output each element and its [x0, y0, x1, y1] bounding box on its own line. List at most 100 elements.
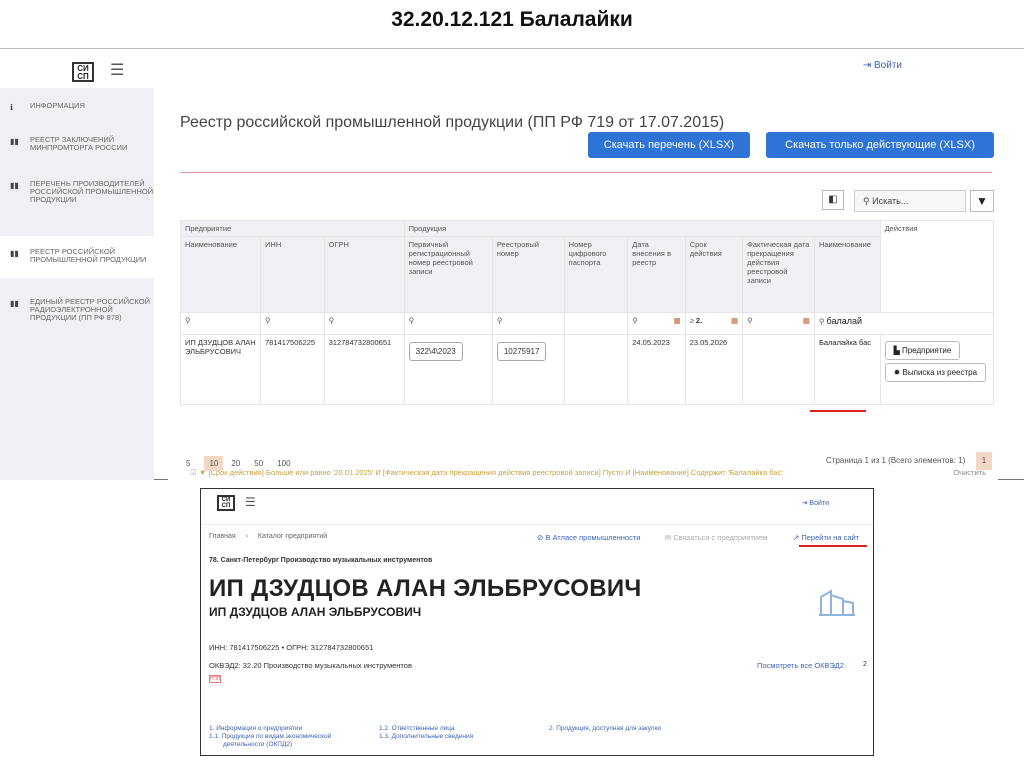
col-header-primary-no[interactable]: Первичный регистрационный номер реестров…	[403, 236, 493, 313]
page-size-50[interactable]: 50	[254, 459, 263, 468]
filter-name[interactable]: ⚲	[179, 312, 262, 335]
calendar-icon[interactable]: ▦	[803, 316, 810, 325]
menu-icon[interactable]: ☰	[245, 495, 256, 509]
okved-count: 2	[863, 661, 867, 668]
col-header-ogrn[interactable]: ОГРН	[323, 236, 405, 313]
col-header-term[interactable]: Срок действия	[684, 236, 744, 313]
extract-button[interactable]: ✹ Выписка из реестра	[884, 363, 987, 382]
filter-registry-no[interactable]: ⚲	[491, 312, 565, 335]
calendar-icon[interactable]: ▦	[731, 316, 738, 325]
site-logo[interactable]: СИ СП	[217, 495, 235, 511]
sidebar-item-conclusions[interactable]: ▮▮ Реестр заключений Минпромторга России	[0, 136, 154, 152]
nav-link[interactable]: деятельности (ОКПД2)	[209, 741, 331, 749]
page-size-20[interactable]: 20	[231, 459, 240, 468]
site-logo[interactable]: СИ СП	[72, 62, 94, 82]
search-icon: ⚲	[632, 316, 638, 325]
nav-link[interactable]: 1.1. Продукция по видам экономической	[209, 733, 331, 741]
breadcrumb-catalog[interactable]: Каталог предприятий	[258, 533, 327, 540]
filter-icon[interactable]: ▼	[970, 190, 994, 212]
highlight-underline	[799, 545, 867, 547]
enterprise-button[interactable]: ▙ Предприятие	[884, 341, 961, 360]
search-icon: ⚲	[863, 196, 873, 206]
col-header-registry-no[interactable]: Реестровый номер	[491, 236, 565, 313]
search-input[interactable]: ⚲ Искать...	[854, 190, 966, 212]
atlas-link[interactable]: ⊘ В Атласе промышленности	[537, 533, 640, 542]
footer-nav-2: 1.2. Ответственные лица 1.3. Дополнитель…	[379, 725, 473, 741]
page-button[interactable]: 1	[976, 452, 992, 470]
cell-inn: 781417506225	[260, 334, 325, 405]
cell-fact-end	[742, 334, 815, 405]
slide-title: 32.20.12.121 Балалайки	[391, 8, 633, 31]
columns-icon[interactable]: ◧	[822, 190, 844, 210]
search-icon: ⚲	[408, 316, 415, 325]
download-list-button[interactable]: Скачать перечень (XLSX)	[588, 132, 750, 158]
nav-link[interactable]: 2. Продукция, доступная для закупки	[549, 725, 661, 733]
footer-nav-3: 2. Продукция, доступная для закупки	[549, 725, 661, 733]
factory-icon: ▙	[893, 346, 902, 355]
registry-screenshot: СИ СП ☰ ⇥ Войти ℹ Информация ▮▮ Реестр зак…	[0, 52, 1024, 480]
cell-registry-no: 10275917	[491, 334, 565, 405]
footer-nav-1: 1. Информация о предприятии 1.1. Продукц…	[209, 725, 331, 749]
col-header-date-added[interactable]: Дата внесения в реестр	[627, 236, 686, 313]
sidebar-item-registry[interactable]: ▮▮ Реестр российской промышленной продукц…	[0, 236, 154, 278]
enterprise-screenshot: СИ СП ☰ ⇥ Войти Главная › Каталог предпр…	[200, 488, 874, 756]
all-okved-link[interactable]: Посмотреть все ОКВЭД2	[757, 661, 844, 670]
primary-no-field[interactable]: 322\4\2023	[408, 342, 463, 361]
cell-actions: ▙ Предприятие ✹ Выписка из реестра	[879, 334, 995, 405]
page-size-100[interactable]: 100	[277, 459, 290, 468]
book-icon: ▮▮	[10, 249, 19, 258]
book-icon: ▮▮	[10, 299, 19, 308]
sidebar: ℹ Информация ▮▮ Реестр заключений Минпромт…	[0, 88, 154, 480]
search-icon: ⚲	[185, 316, 191, 325]
filter-date-added[interactable]: ⚲ ▦	[627, 312, 686, 335]
website-link[interactable]: ↗ Перейти на сайт	[793, 533, 859, 542]
inn-ogrn-line: ИНН: 781417506225 • ОГРН: 31278473280065…	[209, 643, 374, 652]
title-divider	[0, 48, 1024, 49]
rpp-badge: РПП	[209, 675, 221, 683]
breadcrumb: Главная › Каталог предприятий	[209, 533, 327, 540]
group-header-product: Продукция	[403, 220, 881, 237]
filter-primary-no[interactable]: ⚲	[403, 312, 493, 335]
filter-inn[interactable]: ⚲	[260, 312, 325, 335]
login-link[interactable]: ⇥ Войти	[802, 499, 829, 507]
menu-icon[interactable]: ☰	[110, 60, 124, 80]
col-header-passport[interactable]: Номер цифрового паспорта	[563, 236, 629, 313]
sidebar-item-radio-registry[interactable]: ▮▮ Единый реестр российской радиоэлектрон…	[0, 298, 154, 322]
page-size-5[interactable]: 5	[186, 459, 190, 468]
login-link[interactable]: ⇥ Войти	[863, 60, 902, 71]
main-content: Реестр российской промышленной продукции…	[168, 100, 998, 480]
sidebar-item-manufacturers[interactable]: ▮▮ Перечень производителей российской про…	[0, 180, 154, 204]
highlight-underline	[810, 410, 866, 412]
building-icon	[819, 587, 855, 622]
filter-product-name[interactable]: ⚲ балалай	[813, 312, 995, 335]
nav-link[interactable]: 1.3. Дополнительные сведения	[379, 733, 473, 741]
filter-term[interactable]: ≥ 2. ▦	[684, 312, 744, 335]
filter-passport[interactable]	[563, 312, 629, 335]
page-size-10[interactable]: 10	[204, 456, 224, 471]
breadcrumb-separator: ›	[245, 533, 248, 540]
contact-link[interactable]: ✉ Связаться с предприятием	[665, 533, 767, 542]
registry-no-field[interactable]: 10275917	[496, 342, 547, 361]
okved-line: ОКВЭД2: 32.20 Производство музыкальных и…	[209, 661, 412, 670]
breadcrumb-home[interactable]: Главная	[209, 533, 236, 540]
book-icon: ▮▮	[10, 181, 19, 190]
sidebar-item-info[interactable]: ℹ Информация	[0, 102, 154, 112]
col-header-inn[interactable]: ИНН	[260, 236, 325, 313]
filter-fact-end[interactable]: ⚲ ▦	[742, 312, 815, 335]
download-active-button[interactable]: Скачать только действующие (XLSX)	[766, 132, 994, 158]
book-icon: ▮▮	[10, 137, 19, 146]
cell-primary-no: 322\4\2023	[403, 334, 493, 405]
cell-term: 23.05.2026	[684, 334, 744, 405]
enterprise-full-name: ИП ДЗУДЦОВ АЛАН ЭЛЬБРУСОВИЧ	[209, 605, 422, 619]
calendar-icon[interactable]: ▦	[674, 316, 681, 325]
col-header-product-name[interactable]: Наименование	[813, 236, 881, 313]
login-icon: ⇥	[862, 60, 875, 71]
nav-link[interactable]: 1. Информация о предприятии	[209, 725, 331, 733]
page-size-selector: 5 10 20 50 100	[186, 456, 305, 471]
col-header-fact-end[interactable]: Фактическая дата прекращения действия ре…	[742, 236, 815, 313]
page-title: Реестр российской промышленной продукции…	[180, 114, 725, 131]
search-icon: ⚲	[496, 316, 503, 325]
nav-link[interactable]: 1.2. Ответственные лица	[379, 725, 473, 733]
filter-ogrn[interactable]: ⚲	[323, 312, 405, 335]
col-header-name[interactable]: Наименование	[179, 236, 262, 313]
